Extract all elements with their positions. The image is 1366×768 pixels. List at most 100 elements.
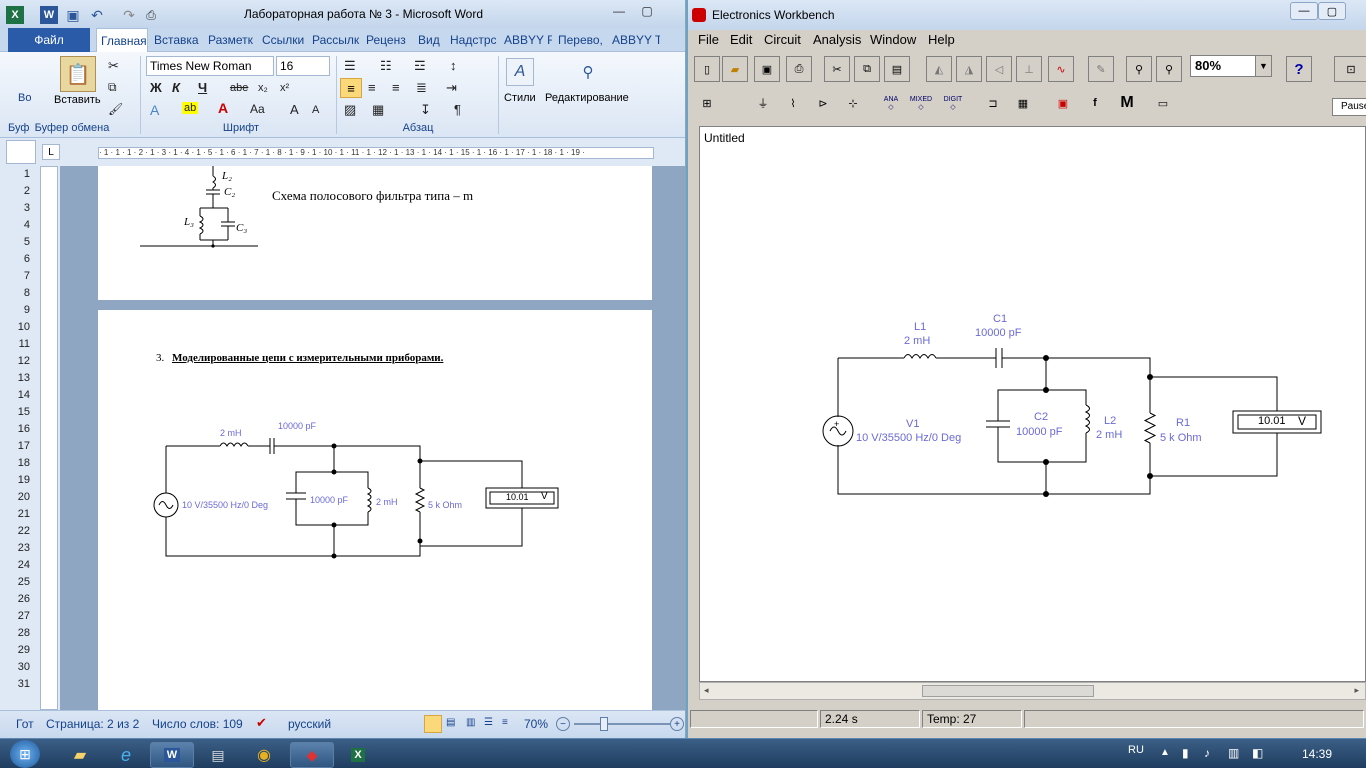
misc-bin[interactable]: M <box>1114 90 1140 116</box>
tab-view[interactable]: Вид <box>414 28 444 52</box>
paste-icon[interactable]: 📋 <box>60 56 96 92</box>
tab-insert[interactable]: Вставка <box>150 28 202 52</box>
spellcheck-icon[interactable]: ✔ <box>256 715 267 731</box>
keyboard-language[interactable]: RU <box>1128 744 1144 756</box>
binoculars-icon[interactable]: ⚲ <box>574 58 602 86</box>
circuit-canvas[interactable]: Untitled + L1 2 mH C1 10000 pF V1 10 V/3… <box>699 126 1366 682</box>
network-icon[interactable]: ▥ <box>1228 746 1239 760</box>
menu-circuit[interactable]: Circuit <box>764 32 801 47</box>
bullets-icon[interactable]: ☰ <box>344 58 356 74</box>
zoom-out-icon[interactable]: ⚲ <box>1126 56 1152 82</box>
ewb-app-icon[interactable] <box>692 8 706 22</box>
instruments-bin-icon[interactable]: ▭ <box>1150 90 1176 116</box>
sources-bin-icon[interactable]: ⏚ <box>750 90 776 116</box>
document-page-2[interactable]: 3. Моделированные цепи с измерительными … <box>98 310 652 710</box>
start-button[interactable]: ⊞ <box>10 740 40 768</box>
subscript-button[interactable]: x₂ <box>258 82 268 94</box>
analog-ics-bin[interactable]: ANA ◇ <box>878 90 904 116</box>
open-file-button[interactable]: ▰ <box>722 56 748 82</box>
full-screen-view-button[interactable]: ▤ <box>446 717 455 728</box>
zoom-in-button[interactable]: + <box>670 717 684 731</box>
minimize-button[interactable]: — <box>606 2 632 20</box>
zoom-slider-thumb[interactable] <box>600 717 608 731</box>
indent-icon[interactable]: ⇥ <box>446 80 457 96</box>
shading-icon[interactable]: ▨ <box>344 102 356 118</box>
menu-edit[interactable]: Edit <box>730 32 752 47</box>
format-painter-icon[interactable]: 🖌 <box>108 102 123 116</box>
font-size-combo[interactable]: 16 <box>276 56 330 76</box>
font-color-icon[interactable]: A <box>218 100 228 116</box>
vertical-ruler[interactable] <box>40 166 58 710</box>
scroll-right-arrow[interactable]: ▸ <box>1354 685 1359 696</box>
scrollbar-thumb[interactable] <box>922 685 1094 697</box>
horizontal-ruler[interactable]: · 1 · 1 · 1 · 2 · 1 · 3 · 1 · 4 · 1 · 5 … <box>98 147 654 159</box>
menu-window[interactable]: Window <box>870 32 916 47</box>
draft-view-button[interactable]: ≡ <box>502 717 508 728</box>
cut-icon[interactable]: ✂ <box>108 58 119 74</box>
word-count[interactable]: Число слов: 109 <box>152 717 243 731</box>
copy-button[interactable]: ⧉ <box>854 56 880 82</box>
tray-device-icon[interactable]: ▮ <box>1182 746 1189 760</box>
web-view-button[interactable]: ▥ <box>466 717 475 728</box>
app-taskbar-icon[interactable]: ▤ <box>196 742 240 768</box>
zoom-slider[interactable] <box>574 723 670 725</box>
tab-translate[interactable]: Перево, <box>554 28 606 52</box>
controls-bin-icon[interactable]: f <box>1082 90 1108 116</box>
maximize-button[interactable]: ▢ <box>634 2 660 20</box>
print-layout-view-button[interactable] <box>424 715 442 733</box>
align-center-button[interactable]: ≡ <box>368 80 376 95</box>
explorer-taskbar-icon[interactable]: ▰ <box>58 742 102 768</box>
strikethrough-button[interactable]: abe <box>230 82 248 94</box>
tray-expand-icon[interactable]: ▲ <box>1160 747 1170 758</box>
tab-mailings[interactable]: Рассылк <box>308 28 360 52</box>
clock[interactable]: 14:39 <box>1302 747 1332 761</box>
menu-analysis[interactable]: Analysis <box>813 32 861 47</box>
editing-button-label[interactable]: Редактирование <box>545 92 629 104</box>
save-icon[interactable]: ▣ <box>64 6 82 24</box>
voltmeter-reading[interactable]: 10.01 <box>1258 415 1286 427</box>
shrink-font-icon[interactable]: A <box>312 104 319 116</box>
styles-button-label[interactable]: Стили <box>504 92 536 104</box>
tab-abbyy-transformer[interactable]: ABBYY Tr <box>608 28 660 52</box>
tab-review[interactable]: Реценз <box>362 28 410 52</box>
subcircuit-button[interactable]: ✎ <box>1088 56 1114 82</box>
line-spacing-icon[interactable]: ↕ <box>450 58 457 73</box>
tab-home[interactable]: Главная <box>96 28 148 52</box>
grow-font-icon[interactable]: A <box>290 102 299 117</box>
sort-icon[interactable]: ↧ <box>420 102 431 118</box>
menu-help[interactable]: Help <box>928 32 955 47</box>
print-preview-icon[interactable]: ⎙ <box>142 6 160 24</box>
change-case-icon[interactable]: Aa <box>250 102 265 116</box>
outline-view-button[interactable]: ☰ <box>484 717 493 728</box>
transistors-bin-icon[interactable]: ⊹ <box>840 90 866 116</box>
tray-app-icon[interactable]: ◧ <box>1252 746 1263 760</box>
superscript-button[interactable]: x² <box>280 82 289 94</box>
zoom-select[interactable]: 80% ▼ <box>1190 55 1272 77</box>
logic-gates-bin-icon[interactable]: ⊐ <box>980 90 1006 116</box>
horizontal-scrollbar[interactable]: ◂ ▸ <box>699 682 1366 700</box>
italic-button[interactable]: К <box>172 80 180 95</box>
word-icon[interactable]: W <box>40 6 58 24</box>
pause-button[interactable]: Pause <box>1332 98 1366 116</box>
mixed-ics-bin[interactable]: MIXED ◇ <box>908 90 934 116</box>
paste-button[interactable]: ▤ <box>884 56 910 82</box>
ie-taskbar-icon[interactable]: e <box>104 742 148 768</box>
basic-bin-icon[interactable]: ⌇ <box>780 90 806 116</box>
zoom-in-icon[interactable]: ⚲ <box>1156 56 1182 82</box>
excel-icon[interactable]: X <box>6 6 24 24</box>
scroll-left-arrow[interactable]: ◂ <box>704 685 709 696</box>
custom-bin-icon[interactable]: ⊞ <box>694 90 720 116</box>
zoom-out-button[interactable]: − <box>556 717 570 731</box>
text-effects-icon[interactable]: A <box>150 102 159 118</box>
copy-icon[interactable]: ⧉ <box>108 80 117 95</box>
redo-icon[interactable]: ↷ <box>120 6 138 24</box>
print-button[interactable]: ⎙ <box>786 56 812 82</box>
align-right-button[interactable]: ≡ <box>392 80 400 95</box>
chrome-taskbar-icon[interactable]: ◉ <box>242 742 286 768</box>
pilcrow-icon[interactable]: ¶ <box>454 102 461 117</box>
ewb-taskbar-button[interactable]: ◆ <box>290 742 334 768</box>
graph-button[interactable]: ∿ <box>1048 56 1074 82</box>
digital-bin-icon[interactable]: ▦ <box>1010 90 1036 116</box>
cut-button[interactable]: ✂ <box>824 56 850 82</box>
document-page-1[interactable]: L₂ C₂ L₃ C₃ Схема полосового фильтра тип… <box>98 166 652 300</box>
